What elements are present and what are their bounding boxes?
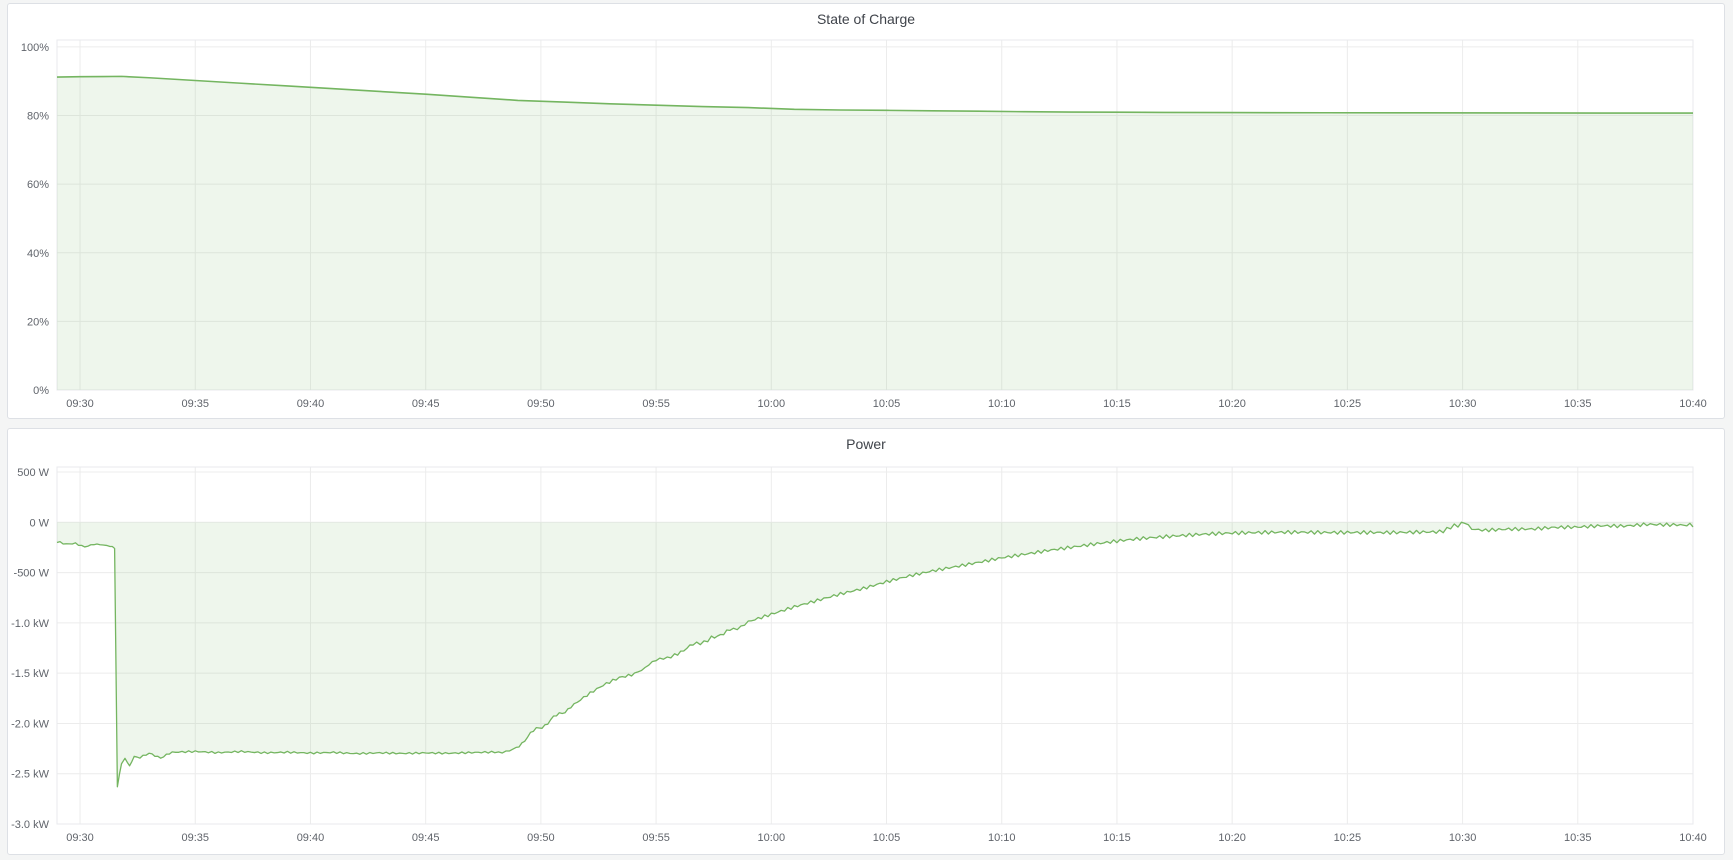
- dashboard: State of Charge 100% 80% 60% 40% 20% 0% 09:30 0…: [0, 0, 1733, 860]
- x-axis-tick-label: 10:30: [1449, 398, 1477, 410]
- x-axis-tick-label: 09:50: [527, 398, 555, 410]
- x-axis-tick-label: 09:30: [66, 398, 94, 410]
- x-axis-tick-label: 09:40: [297, 398, 325, 410]
- y-axis-tick-label: 80%: [27, 110, 49, 122]
- x-axis-tick-label: 10:10: [988, 832, 1016, 844]
- panel-title-power[interactable]: Power: [8, 429, 1724, 459]
- x-axis-tick-label: 09:45: [412, 832, 440, 844]
- x-axis-tick-label: 10:05: [873, 398, 901, 410]
- power-svg: 500 W 0 W -500 W -1.0 kW -1.5 kW -2.0 kW -2.5 …: [8, 459, 1724, 854]
- x-axis-tick-label: 09:55: [642, 832, 670, 844]
- y-axis-tick-label: -1.5 kW: [11, 668, 50, 680]
- power-area-fill: [57, 522, 1693, 787]
- x-axis-tick-label: 10:00: [758, 832, 786, 844]
- x-axis-tick-label: 10:15: [1103, 832, 1131, 844]
- y-axis-tick-label: 0 W: [29, 517, 49, 529]
- y-axis-tick-label: -1.0 kW: [11, 618, 50, 630]
- x-axis-tick-label: 09:35: [181, 832, 209, 844]
- panel-power: Power 500 W 0 W -500 W -1.0 kW -1.5 kW -2.0 k…: [7, 428, 1725, 855]
- y-axis-tick-label: 60%: [27, 179, 49, 191]
- y-axis-tick-label: -3.0 kW: [11, 819, 50, 831]
- x-axis-tick-label: 09:45: [412, 398, 440, 410]
- panel-title-state-of-charge[interactable]: State of Charge: [8, 4, 1724, 34]
- x-axis-tick-label: 10:40: [1679, 398, 1707, 410]
- y-axis-tick-label: 100%: [21, 42, 49, 54]
- soc-svg: 100% 80% 60% 40% 20% 0% 09:30 09:35 09:40 09:45 09…: [8, 34, 1724, 418]
- x-axis-tick-label: 10:20: [1218, 398, 1246, 410]
- x-axis-tick-label: 10:20: [1218, 832, 1246, 844]
- y-axis-tick-label: 40%: [27, 248, 49, 260]
- x-axis-tick-label: 09:40: [297, 832, 325, 844]
- y-axis-tick-label: -2.5 kW: [11, 769, 50, 781]
- y-axis-tick-label: -500 W: [14, 568, 50, 580]
- x-axis-tick-label: 10:35: [1564, 398, 1592, 410]
- x-axis-tick-label: 09:35: [181, 398, 209, 410]
- x-axis-tick-label: 10:30: [1449, 832, 1477, 844]
- x-axis-tick-label: 10:25: [1334, 398, 1362, 410]
- x-axis-tick-label: 10:40: [1679, 832, 1707, 844]
- soc-chart[interactable]: 100% 80% 60% 40% 20% 0% 09:30 09:35 09:40 09:45 09…: [8, 34, 1724, 418]
- x-axis-tick-label: 10:35: [1564, 832, 1592, 844]
- x-axis-tick-label: 10:25: [1334, 832, 1362, 844]
- x-axis-tick-label: 10:05: [873, 832, 901, 844]
- x-axis-tick-label: 09:30: [66, 832, 94, 844]
- x-axis-tick-label: 10:10: [988, 398, 1016, 410]
- x-axis-tick-label: 09:55: [642, 398, 670, 410]
- x-axis-tick-label: 09:50: [527, 832, 555, 844]
- y-axis-tick-label: 500 W: [17, 467, 49, 479]
- y-axis-tick-label: -2.0 kW: [11, 718, 50, 730]
- power-chart[interactable]: 500 W 0 W -500 W -1.0 kW -1.5 kW -2.0 kW -2.5 …: [8, 459, 1724, 854]
- soc-area-fill: [57, 76, 1693, 390]
- y-axis-tick-label: 0%: [33, 385, 49, 397]
- x-axis-tick-label: 10:15: [1103, 398, 1131, 410]
- y-axis-tick-label: 20%: [27, 316, 49, 328]
- x-axis-tick-label: 10:00: [758, 398, 786, 410]
- panel-state-of-charge: State of Charge 100% 80% 60% 40% 20% 0% 09:30 0…: [7, 3, 1725, 419]
